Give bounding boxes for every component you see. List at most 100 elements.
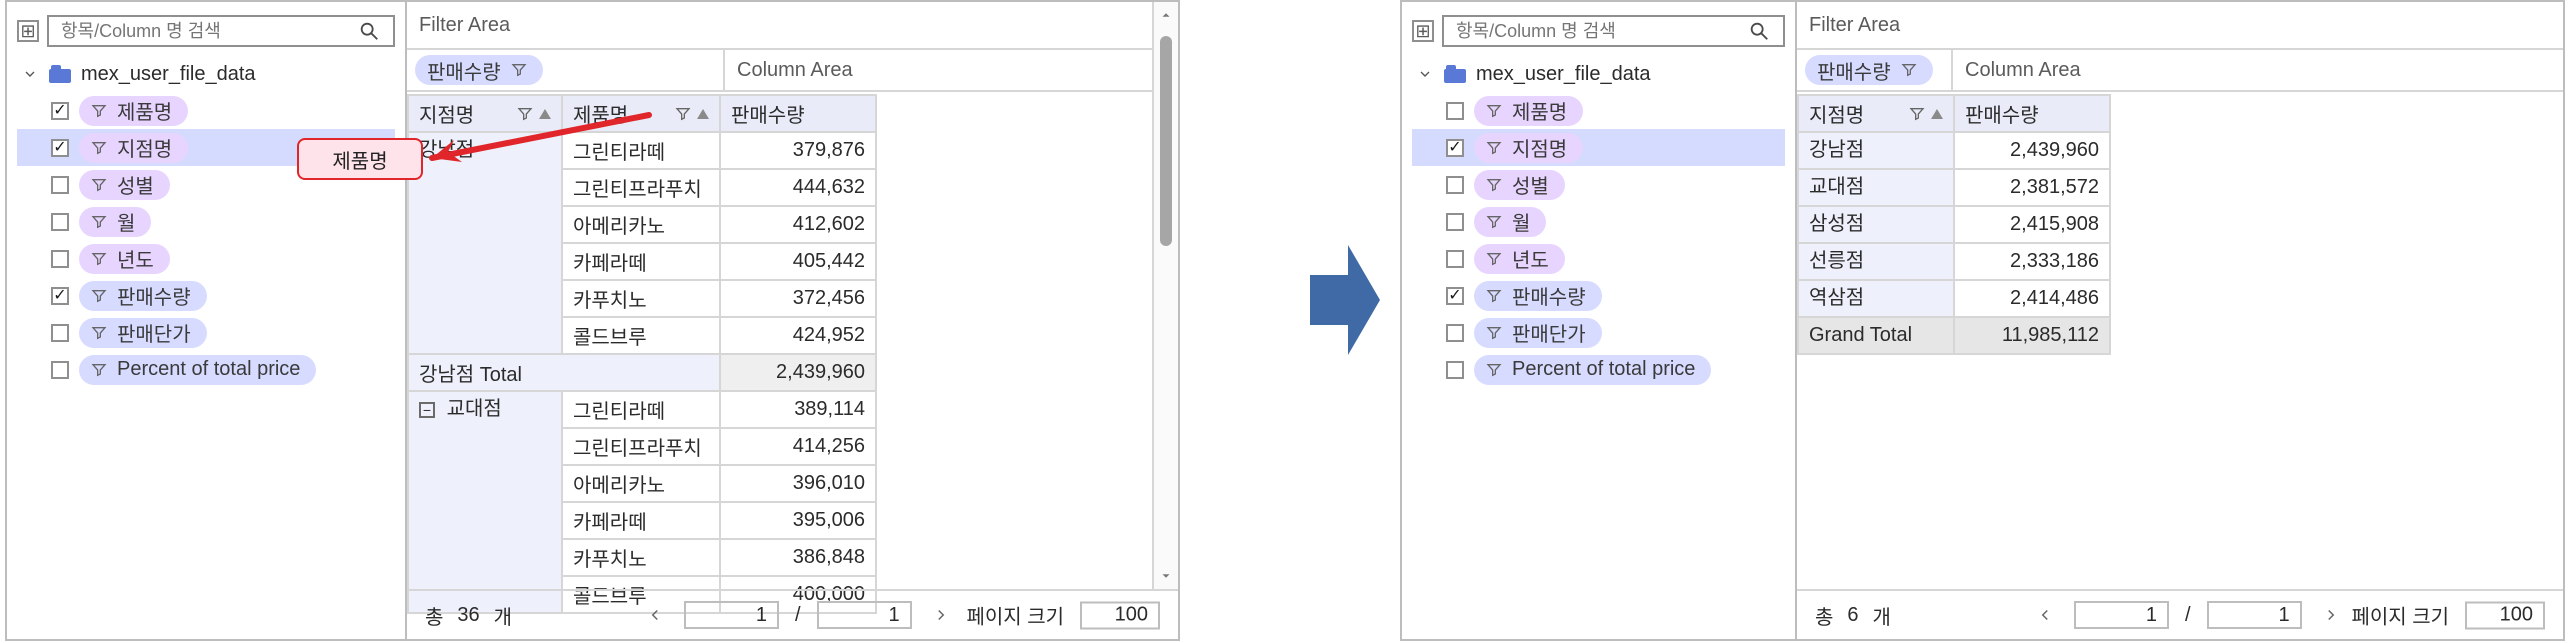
filter-icon[interactable] <box>1909 106 1925 122</box>
value-cell[interactable]: 2,414,486 <box>1953 279 2111 318</box>
field-checkbox[interactable] <box>51 175 69 194</box>
field-pill[interactable]: 성별 <box>79 169 170 200</box>
field-pill[interactable]: 제품명 <box>1474 95 1584 126</box>
product-cell[interactable]: 그린티라떼 <box>561 390 721 429</box>
field-pill[interactable]: 성별 <box>1474 169 1565 200</box>
next-page-icon[interactable] <box>2318 602 2344 628</box>
search-input[interactable] <box>1454 19 1745 43</box>
field-checkbox[interactable]: ✓ <box>1446 286 1464 305</box>
search-icon[interactable] <box>1745 17 1773 45</box>
page-size-input[interactable]: 100 <box>1080 601 1160 629</box>
product-cell[interactable]: 카페라떼 <box>561 501 721 540</box>
page-size-input[interactable]: 100 <box>2465 601 2545 629</box>
branch-cell[interactable]: 선릉점 <box>1797 242 1955 281</box>
scroll-thumb[interactable] <box>1160 36 1172 246</box>
sort-up-icon[interactable] <box>1931 108 1943 119</box>
field-item[interactable]: Percent of total price <box>1412 351 1785 388</box>
field-checkbox[interactable] <box>1446 360 1464 379</box>
field-item[interactable]: Percent of total price <box>17 351 395 388</box>
value-header[interactable]: 판매수량 <box>719 94 877 133</box>
field-pill[interactable]: 년도 <box>79 243 170 274</box>
value-cell[interactable]: 444,632 <box>719 168 877 207</box>
field-checkbox[interactable] <box>1446 249 1464 268</box>
field-checkbox[interactable] <box>51 360 69 379</box>
field-checkbox[interactable] <box>51 323 69 342</box>
field-pill[interactable]: Percent of total price <box>1474 354 1712 385</box>
value-cell[interactable]: 396,010 <box>719 464 877 503</box>
current-page[interactable]: 1 <box>684 601 779 629</box>
scroll-down-icon[interactable] <box>1154 563 1178 589</box>
field-pill[interactable]: 판매단가 <box>1474 317 1602 348</box>
row-header-product[interactable]: 제품명 <box>561 94 721 133</box>
field-pill[interactable]: 월 <box>1474 206 1547 237</box>
branch-cell[interactable]: 강남점 <box>407 131 563 355</box>
scroll-up-icon[interactable] <box>1154 2 1178 28</box>
field-item[interactable]: 성별 <box>1412 166 1785 203</box>
field-checkbox[interactable] <box>1446 175 1464 194</box>
value-cell[interactable]: 2,439,960 <box>1953 131 2111 170</box>
header-controls[interactable] <box>675 106 709 122</box>
field-item[interactable]: 제품명 <box>1412 92 1785 129</box>
value-cell[interactable]: 379,876 <box>719 131 877 170</box>
filter-icon[interactable] <box>517 106 533 122</box>
subtotal-label[interactable]: 강남점 Total <box>407 353 721 392</box>
field-item[interactable]: 년도 <box>17 240 395 277</box>
field-pill[interactable]: Percent of total price <box>79 354 317 385</box>
branch-cell[interactable]: 삼성점 <box>1797 205 1955 244</box>
product-cell[interactable]: 그린티라떼 <box>561 131 721 170</box>
field-checkbox[interactable]: ✓ <box>51 101 69 120</box>
field-checkbox[interactable] <box>1446 323 1464 342</box>
chevron-down-icon[interactable] <box>1416 65 1434 83</box>
dataset-node[interactable]: mex_user_file_data <box>1412 56 1785 92</box>
value-cell[interactable]: 412,602 <box>719 205 877 244</box>
field-item[interactable]: 년도 <box>1412 240 1785 277</box>
product-cell[interactable]: 아메리카노 <box>561 205 721 244</box>
product-cell[interactable]: 그린티프라푸치 <box>561 168 721 207</box>
branch-cell[interactable]: 교대점 <box>1797 168 1955 207</box>
branch-cell[interactable]: − 교대점 <box>407 390 563 614</box>
value-drop-area[interactable]: 판매수량 <box>1797 50 1953 90</box>
field-checkbox[interactable] <box>51 212 69 231</box>
field-checkbox[interactable] <box>1446 212 1464 231</box>
filter-area[interactable]: Filter Area <box>1797 2 2563 50</box>
search-icon[interactable] <box>355 17 383 45</box>
product-cell[interactable]: 카푸치노 <box>561 538 721 577</box>
subtotal-value[interactable]: 2,439,960 <box>719 353 877 392</box>
value-cell[interactable]: 2,381,572 <box>1953 168 2111 207</box>
field-item[interactable]: 월 <box>1412 203 1785 240</box>
value-cell[interactable]: 414,256 <box>719 427 877 466</box>
value-cell[interactable]: 372,456 <box>719 279 877 318</box>
branch-cell[interactable]: 강남점 <box>1797 131 1955 170</box>
sort-up-icon[interactable] <box>539 108 551 119</box>
field-pill[interactable]: 판매수량 <box>1474 280 1602 311</box>
value-cell[interactable]: 405,442 <box>719 242 877 281</box>
product-cell[interactable]: 카푸치노 <box>561 279 721 318</box>
grand-total-value[interactable]: 11,985,112 <box>1953 316 2111 355</box>
drag-chip[interactable]: 제품명 <box>297 138 423 180</box>
value-pill[interactable]: 판매수량 <box>415 55 543 85</box>
collapse-icon[interactable]: − <box>419 402 435 418</box>
sort-up-icon[interactable] <box>697 108 709 119</box>
search-input[interactable] <box>59 19 355 43</box>
column-area[interactable]: Column Area <box>725 50 1178 90</box>
expand-all-icon[interactable]: ⊞ <box>1412 20 1434 42</box>
filter-area[interactable]: Filter Area <box>407 2 1178 50</box>
chevron-down-icon[interactable] <box>21 65 39 83</box>
field-pill[interactable]: 지점명 <box>79 132 189 163</box>
value-pill[interactable]: 판매수량 <box>1805 55 1933 85</box>
value-drop-area[interactable]: 판매수량 <box>407 50 725 90</box>
column-area[interactable]: Column Area <box>1953 50 2563 90</box>
current-page[interactable]: 1 <box>2074 601 2169 629</box>
field-item[interactable]: ✓ 지점명 <box>1412 129 1785 166</box>
header-controls[interactable] <box>517 106 551 122</box>
field-item[interactable]: 판매단가 <box>1412 314 1785 351</box>
field-checkbox[interactable]: ✓ <box>1446 138 1464 157</box>
filter-icon[interactable] <box>675 106 691 122</box>
field-checkbox[interactable] <box>51 249 69 268</box>
field-pill[interactable]: 지점명 <box>1474 132 1584 163</box>
search-box[interactable] <box>47 15 395 47</box>
field-pill[interactable]: 년도 <box>1474 243 1565 274</box>
product-cell[interactable]: 카페라떼 <box>561 242 721 281</box>
branch-cell[interactable]: 역삼점 <box>1797 279 1955 318</box>
prev-page-icon[interactable] <box>642 602 668 628</box>
